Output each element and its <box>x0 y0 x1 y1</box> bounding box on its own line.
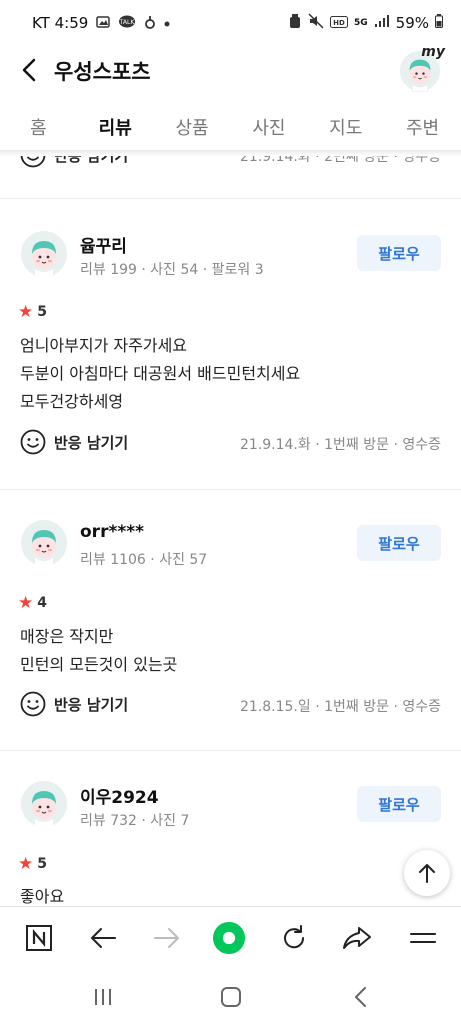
avatar-icon <box>21 231 67 277</box>
reload-button[interactable] <box>277 921 311 955</box>
avatar-icon <box>21 781 67 827</box>
tab-map[interactable]: 지도 <box>307 104 384 150</box>
star-icon: ★ <box>18 302 34 322</box>
green-dot-button[interactable] <box>212 921 246 955</box>
alarm-icon <box>288 13 302 33</box>
share-icon <box>343 927 371 949</box>
review-text-line: 민턴의 모든것이 있는곳 <box>20 655 178 674</box>
browser-forward-button[interactable] <box>150 921 184 955</box>
react-button[interactable]: 반응 남기기 <box>20 429 128 455</box>
react-label: 반응 남기기 <box>54 433 129 452</box>
rating: ★ 5 <box>18 302 47 322</box>
star-icon: ★ <box>18 593 34 613</box>
rating-value: 5 <box>37 856 47 872</box>
tab-nearby[interactable]: 주변 <box>384 104 461 150</box>
reviewer-name[interactable]: 윱꾸리 <box>80 232 127 257</box>
recent-apps-icon <box>95 989 111 1005</box>
tab-photos[interactable]: 사진 <box>230 104 307 150</box>
naver-home-button[interactable] <box>22 921 56 955</box>
review-text-line: 두분이 아침마다 대공원서 배드민턴치세요 <box>20 364 301 383</box>
divider <box>0 750 461 751</box>
reload-icon <box>284 925 305 949</box>
reviewer-avatar[interactable] <box>20 780 68 828</box>
arrow-right-icon <box>154 928 179 948</box>
battery-icon <box>435 14 443 32</box>
divider <box>0 489 461 490</box>
tab-reviews[interactable]: 리뷰 <box>77 104 154 150</box>
naver-n-icon <box>26 925 52 951</box>
divider <box>0 198 461 199</box>
chevron-left-icon <box>22 58 36 82</box>
app-header: 우성스포츠 my <box>0 44 461 94</box>
home-icon <box>221 987 241 1007</box>
tab-products[interactable]: 상품 <box>154 104 231 150</box>
reviewer-meta: 리뷰 1106 · 사진 57 <box>80 552 208 568</box>
back-button[interactable] <box>14 54 44 86</box>
review-text-line: 모두건강하세영 <box>20 392 124 411</box>
review-text-line: 좋아요 <box>20 887 65 906</box>
browser-back-button[interactable] <box>86 921 120 955</box>
signal-icon <box>374 14 390 32</box>
react-button[interactable]: 반응 남기기 <box>20 691 128 717</box>
review-text-line: 엄니아부지가 자주가세요 <box>20 336 188 355</box>
arrow-left-icon <box>91 928 116 948</box>
arrow-up-icon <box>419 864 435 883</box>
rating: ★ 5 <box>18 854 47 874</box>
hd-icon: HD <box>330 14 348 32</box>
react-label: 반응 남기기 <box>54 695 129 714</box>
browser-toolbar <box>0 906 461 968</box>
share-button[interactable] <box>340 921 374 955</box>
star-icon: ★ <box>18 854 34 874</box>
tabs-shadow <box>0 150 461 156</box>
green-dot-icon <box>212 921 246 955</box>
status-bar: KT 4:59 TALK HD 5G 59% <box>0 0 461 46</box>
mute-icon <box>308 13 324 33</box>
follow-button[interactable]: 팔로우 <box>357 786 441 822</box>
talk-notification-icon: TALK <box>118 15 136 32</box>
carrier-time: KT 4:59 <box>32 14 89 32</box>
reviewer-meta: 리뷰 732 · 사진 7 <box>80 813 190 829</box>
rating: ★ 4 <box>18 593 47 613</box>
tab-bar: 홈 리뷰 상품 사진 지도 주변 <box>0 104 461 150</box>
follow-button[interactable]: 팔로우 <box>357 235 441 271</box>
chevron-left-icon <box>355 987 366 1007</box>
rating-value: 5 <box>37 304 47 320</box>
battery-level: 59% <box>395 14 429 32</box>
gallery-notification-icon <box>96 15 111 32</box>
menu-button[interactable] <box>406 921 440 955</box>
home-button[interactable] <box>216 982 246 1012</box>
review-list: 반응 남기기 21.9.14.화 · 2번째 방문 · 영수증 윱꾸리 리뷰 1… <box>0 150 461 906</box>
scroll-to-top-button[interactable] <box>404 850 450 896</box>
visit-info: 21.9.14.화 · 1번째 방문 · 영수증 <box>240 437 441 453</box>
my-label: my <box>421 44 445 60</box>
rating-value: 4 <box>37 595 47 611</box>
review-text-line: 매장은 작지만 <box>20 627 114 646</box>
visit-info: 21.8.15.일 · 1번째 방문 · 영수증 <box>240 699 441 715</box>
page-title: 우성스포츠 <box>54 60 151 84</box>
more-notifications-dot-icon <box>164 16 170 30</box>
recent-apps-button[interactable] <box>88 982 118 1012</box>
reviewer-meta: 리뷰 199 · 사진 54 · 팔로워 3 <box>80 262 264 278</box>
svg-text:TALK: TALK <box>119 19 136 26</box>
reviewer-name[interactable]: 이우2924 <box>80 783 159 808</box>
smiley-icon <box>20 691 46 717</box>
system-back-button[interactable] <box>346 982 376 1012</box>
svg-text:HD: HD <box>333 19 345 27</box>
reviewer-avatar[interactable] <box>20 230 68 278</box>
follow-button[interactable]: 팔로우 <box>357 525 441 561</box>
avatar-icon <box>21 520 67 566</box>
reviewer-avatar[interactable] <box>20 519 68 567</box>
tab-home[interactable]: 홈 <box>0 104 77 150</box>
app-notification-icon <box>144 15 156 32</box>
smiley-icon <box>20 429 46 455</box>
reviewer-name[interactable]: orr**** <box>80 522 144 542</box>
system-nav-bar <box>0 968 461 1024</box>
network-label: 5G <box>354 18 368 28</box>
hamburger-menu-icon <box>410 933 436 943</box>
